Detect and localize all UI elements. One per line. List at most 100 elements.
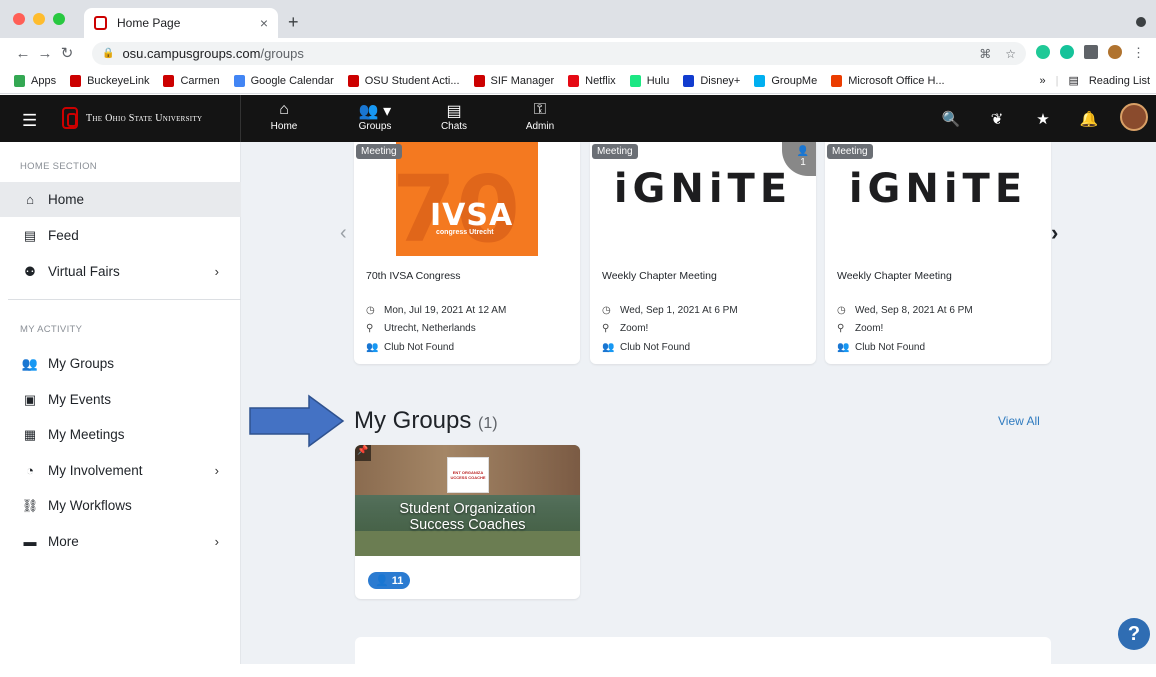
bookmark-item[interactable]: GroupMe xyxy=(754,74,817,87)
clock-icon: ◷ xyxy=(602,305,611,316)
extension-m-icon[interactable] xyxy=(1036,45,1050,59)
puzzle-icon[interactable] xyxy=(1084,45,1098,59)
sidebar-item-label: My Groups xyxy=(48,356,115,371)
main-content: ‹ 70 IVSA congress Utrecht Meeting 70th … xyxy=(241,142,1156,677)
pin-icon[interactable]: 📌 xyxy=(355,445,371,461)
bookmark-item[interactable]: Hulu xyxy=(629,74,669,87)
sidebar-item-my-meetings[interactable]: ▦ My Meetings xyxy=(0,417,241,452)
maximize-window-button[interactable] xyxy=(53,13,65,25)
bookmark-favicon-icon xyxy=(473,74,485,87)
chevron-right-icon: › xyxy=(214,264,219,279)
bookmark-item[interactable]: Microsoft Office H... xyxy=(831,74,945,87)
osu-favicon-icon xyxy=(94,16,107,30)
star-icon[interactable]: ★ xyxy=(1020,110,1066,128)
sidebar-item-virtual-fairs[interactable]: ⚉ Virtual Fairs › xyxy=(0,254,241,289)
carousel-prev-icon[interactable]: ‹ xyxy=(340,222,347,245)
bookmark-star-icon[interactable]: ☆ xyxy=(1005,47,1016,61)
more-bookmarks-button[interactable]: » xyxy=(1039,75,1045,87)
bookmark-item[interactable]: Apps xyxy=(14,74,57,87)
help-button[interactable]: ? xyxy=(1118,618,1150,650)
bookmark-item[interactable]: OSU Student Acti... xyxy=(347,74,460,87)
extensions-area: ⋮ xyxy=(1036,45,1145,60)
nav-home[interactable]: ⌂ Home xyxy=(268,101,300,132)
bell-icon[interactable]: 🔔 xyxy=(1066,110,1112,128)
university-name: The Ohio State University xyxy=(86,112,203,124)
hamburger-menu-icon[interactable]: ☰ xyxy=(22,111,37,131)
sidebar-item-my-events[interactable]: ▣ My Events xyxy=(0,382,241,417)
bookmark-item[interactable]: Netflix xyxy=(568,74,616,87)
nav-groups[interactable]: 👥 ▾ Groups xyxy=(350,101,400,132)
event-card[interactable]: iGNiTE 👤 1 Meeting Weekly Chapter Meeting… xyxy=(590,142,816,364)
kebab-menu-icon[interactable]: ⋮ xyxy=(1132,45,1145,60)
forward-arrow-icon[interactable]: → xyxy=(34,45,56,62)
my-groups-count: (1) xyxy=(478,415,498,432)
bookmark-item[interactable]: SIF Manager xyxy=(473,74,554,87)
bookmark-favicon-icon xyxy=(754,74,766,87)
member-count-badge[interactable]: 👤 11 xyxy=(368,572,411,589)
bookmark-separator: | xyxy=(1055,74,1059,87)
bookmark-label: Microsoft Office H... xyxy=(848,74,945,87)
bookmark-item[interactable]: BuckeyeLink xyxy=(70,74,149,87)
sidebar-item-feed[interactable]: ▤ Feed xyxy=(0,218,241,253)
sidebar-item-label: My Workflows xyxy=(48,498,132,513)
nav-chats[interactable]: ▤ Chats xyxy=(438,101,470,132)
tab-close-icon[interactable]: × xyxy=(260,15,268,31)
bookmark-item[interactable]: Disney+ xyxy=(683,74,741,87)
group-card[interactable]: ENT ORGANIZA UCCESS COACHE Student Organ… xyxy=(355,445,580,599)
bookmark-item[interactable]: Google Calendar xyxy=(233,74,334,87)
ignite-logo-image: iGNiTE xyxy=(848,166,1028,212)
clock-icon: ◷ xyxy=(366,305,375,316)
ignite-logo-image: iGNiTE xyxy=(613,166,793,212)
nav-admin[interactable]: ⚿ Admin xyxy=(522,101,558,132)
bookmark-label: Carmen xyxy=(180,74,220,87)
event-date-text: Mon, Jul 19, 2021 At 12 AM xyxy=(384,305,507,316)
new-tab-button[interactable]: + xyxy=(288,12,299,33)
grammarly-icon[interactable] xyxy=(1060,45,1074,59)
event-title[interactable]: 70th IVSA Congress xyxy=(366,270,461,282)
profile-dot-icon[interactable] xyxy=(1136,17,1146,27)
event-card[interactable]: 70 IVSA congress Utrecht Meeting 70th IV… xyxy=(354,142,580,364)
involvement-icon: ◔ xyxy=(26,463,34,478)
reading-list-label[interactable]: Reading List xyxy=(1089,75,1150,87)
leaf-icon[interactable]: ❦ xyxy=(974,110,1020,128)
browser-tab[interactable]: Home Page × xyxy=(84,8,278,38)
sidebar-item-label: My Events xyxy=(48,392,112,407)
bookmark-item[interactable]: Carmen xyxy=(163,74,220,87)
sidebar-item-more[interactable]: ▬ More › xyxy=(0,524,241,559)
qr-code-icon[interactable]: ⌘ xyxy=(979,47,991,61)
event-title[interactable]: Weekly Chapter Meeting xyxy=(602,270,717,282)
group-name: Student Organization Success Coaches xyxy=(355,501,580,533)
user-avatar-button[interactable] xyxy=(1112,102,1156,135)
event-card[interactable]: iGNiTE Meeting Weekly Chapter Meeting ◷ W… xyxy=(825,142,1051,364)
avatar xyxy=(1120,102,1148,131)
workflow-icon: ⛓ xyxy=(21,497,39,513)
reading-list-icon[interactable]: ▤ xyxy=(1068,74,1078,87)
minimize-window-button[interactable] xyxy=(33,13,45,25)
carousel-next-icon[interactable]: › xyxy=(1051,220,1058,246)
person-icon: 👤 xyxy=(796,146,810,157)
location-pin-icon: ⚲ xyxy=(602,323,610,334)
address-bar[interactable]: 🔒 osu.campusgroups.com/groups ⌘ ☆ xyxy=(92,42,1026,65)
event-date-text: Wed, Sep 1, 2021 At 6 PM xyxy=(620,305,738,316)
back-arrow-icon[interactable]: ← xyxy=(12,45,34,62)
bookmark-favicon-icon xyxy=(683,74,695,87)
osu-logo[interactable]: The Ohio State University xyxy=(62,107,202,129)
sidebar-item-my-workflows[interactable]: ⛓ My Workflows xyxy=(0,488,241,523)
sidebar-item-label: My Involvement xyxy=(48,463,143,478)
sidebar-item-home[interactable]: ⌂ Home xyxy=(0,182,241,217)
event-title[interactable]: Weekly Chapter Meeting xyxy=(837,270,952,282)
sidebar-item-label: My Meetings xyxy=(48,427,125,442)
close-window-button[interactable] xyxy=(13,13,25,25)
bookmark-favicon-icon xyxy=(14,74,25,87)
sidebar-item-my-groups[interactable]: 👥 My Groups xyxy=(0,346,241,381)
sidebar-item-my-involvement[interactable]: ◔ My Involvement › xyxy=(0,453,241,488)
search-icon[interactable]: 🔍 xyxy=(928,110,974,128)
bookmark-label: Disney+ xyxy=(700,74,741,87)
bookmark-label: Apps xyxy=(31,74,57,87)
lock-icon: 🔒 xyxy=(102,48,115,59)
reload-icon[interactable]: ↻ xyxy=(56,44,78,62)
my-groups-heading: My Groups (1) xyxy=(354,407,498,435)
event-type-badge: Meeting xyxy=(592,144,638,159)
view-all-link[interactable]: View All xyxy=(998,414,1040,428)
profile-avatar-icon[interactable] xyxy=(1108,45,1122,59)
